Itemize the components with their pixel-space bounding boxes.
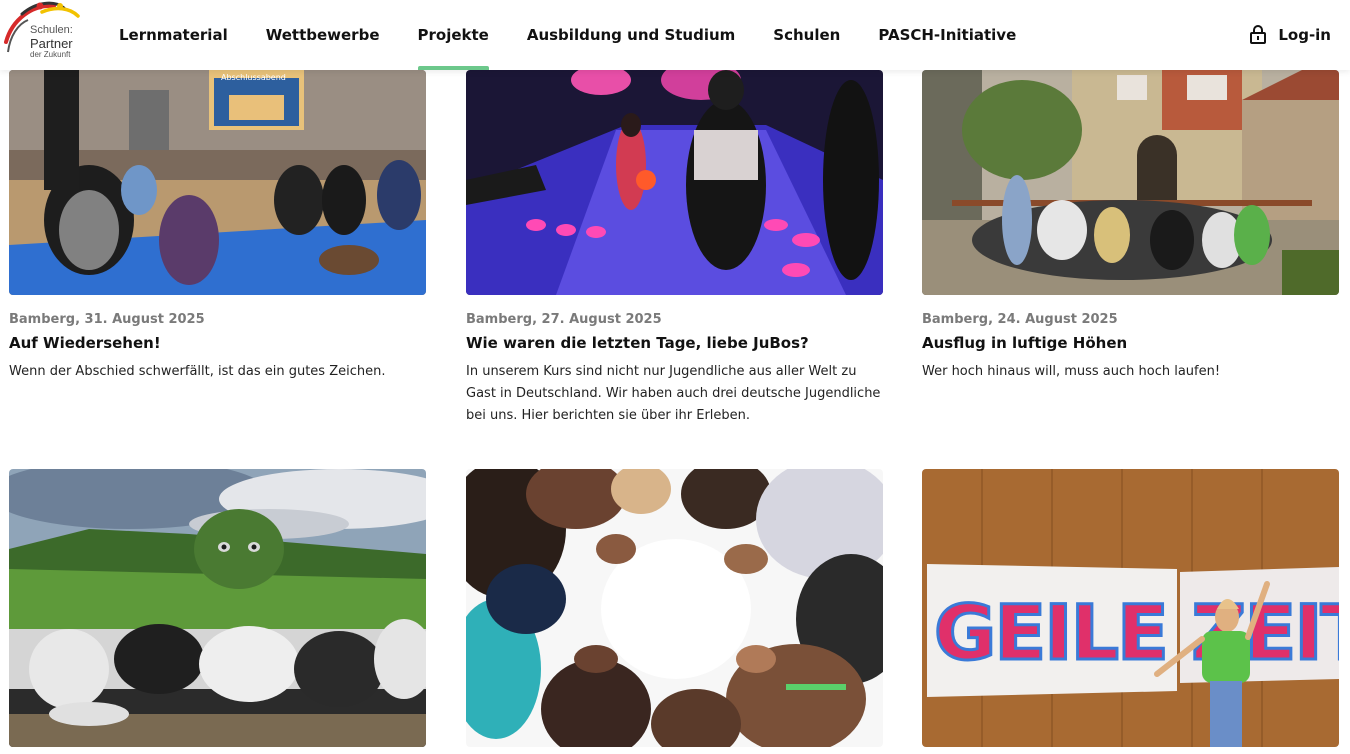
site-header: Schulen: Partner der Zukunft Lernmateria… (0, 0, 1350, 70)
project-card[interactable] (9, 469, 426, 747)
logo-line-1: Schulen: (30, 24, 73, 36)
card-meta: Bamberg, 24. August 2025 (922, 312, 1118, 327)
site-logo[interactable]: Schulen: Partner der Zukunft (2, 0, 82, 59)
card-meta: Bamberg, 31. August 2025 (9, 312, 205, 327)
lock-icon (1250, 25, 1267, 44)
nav-item-projekte[interactable]: Projekte (399, 0, 508, 70)
card-description: Wer hoch hinaus will, muss auch hoch lau… (922, 364, 1221, 379)
login-label: Log-in (1278, 26, 1331, 44)
banner-text: GEILE ZEIT (934, 588, 1339, 677)
project-card[interactable]: Abschlussabend Bamberg, 31. August 2025 … (9, 70, 426, 383)
card-title[interactable]: Ausflug in luftige Höhen (922, 334, 1339, 352)
nav-item-schulen[interactable]: Schulen (754, 0, 859, 70)
card-image[interactable]: Abschlussabend (9, 70, 426, 295)
logo-line-3: der Zukunft (30, 50, 71, 59)
card-image[interactable] (466, 70, 883, 295)
project-card[interactable]: GEILE ZEIT (922, 469, 1339, 747)
project-card[interactable] (466, 469, 883, 747)
card-title[interactable]: Wie waren die letzten Tage, liebe JuBos? (466, 334, 883, 352)
logo-line-2: Partner (30, 36, 73, 51)
card-image[interactable] (9, 469, 426, 747)
nav-item-wettbewerbe[interactable]: Wettbewerbe (247, 0, 399, 70)
card-title[interactable]: Auf Wiedersehen! (9, 334, 426, 352)
card-description: Wenn der Abschied schwerfällt, ist das e… (9, 364, 386, 379)
project-card[interactable]: Bamberg, 24. August 2025 Ausflug in luft… (922, 70, 1339, 383)
image-caption: Abschlussabend (221, 73, 286, 82)
nav-item-ausbildung[interactable]: Ausbildung und Studium (508, 0, 754, 70)
nav-item-pasch[interactable]: PASCH-Initiative (859, 0, 1035, 70)
login-button[interactable]: Log-in (1248, 0, 1331, 70)
card-image[interactable] (466, 469, 883, 747)
card-image[interactable] (922, 70, 1339, 295)
main-nav: Lernmaterial Wettbewerbe Projekte Ausbil… (100, 0, 1035, 70)
project-card[interactable]: Bamberg, 27. August 2025 Wie waren die l… (466, 70, 883, 427)
card-description: In unserem Kurs sind nicht nur Jugendlic… (466, 364, 881, 423)
nav-item-lernmaterial[interactable]: Lernmaterial (100, 0, 247, 70)
card-image[interactable]: GEILE ZEIT (922, 469, 1339, 747)
card-meta: Bamberg, 27. August 2025 (466, 312, 662, 327)
